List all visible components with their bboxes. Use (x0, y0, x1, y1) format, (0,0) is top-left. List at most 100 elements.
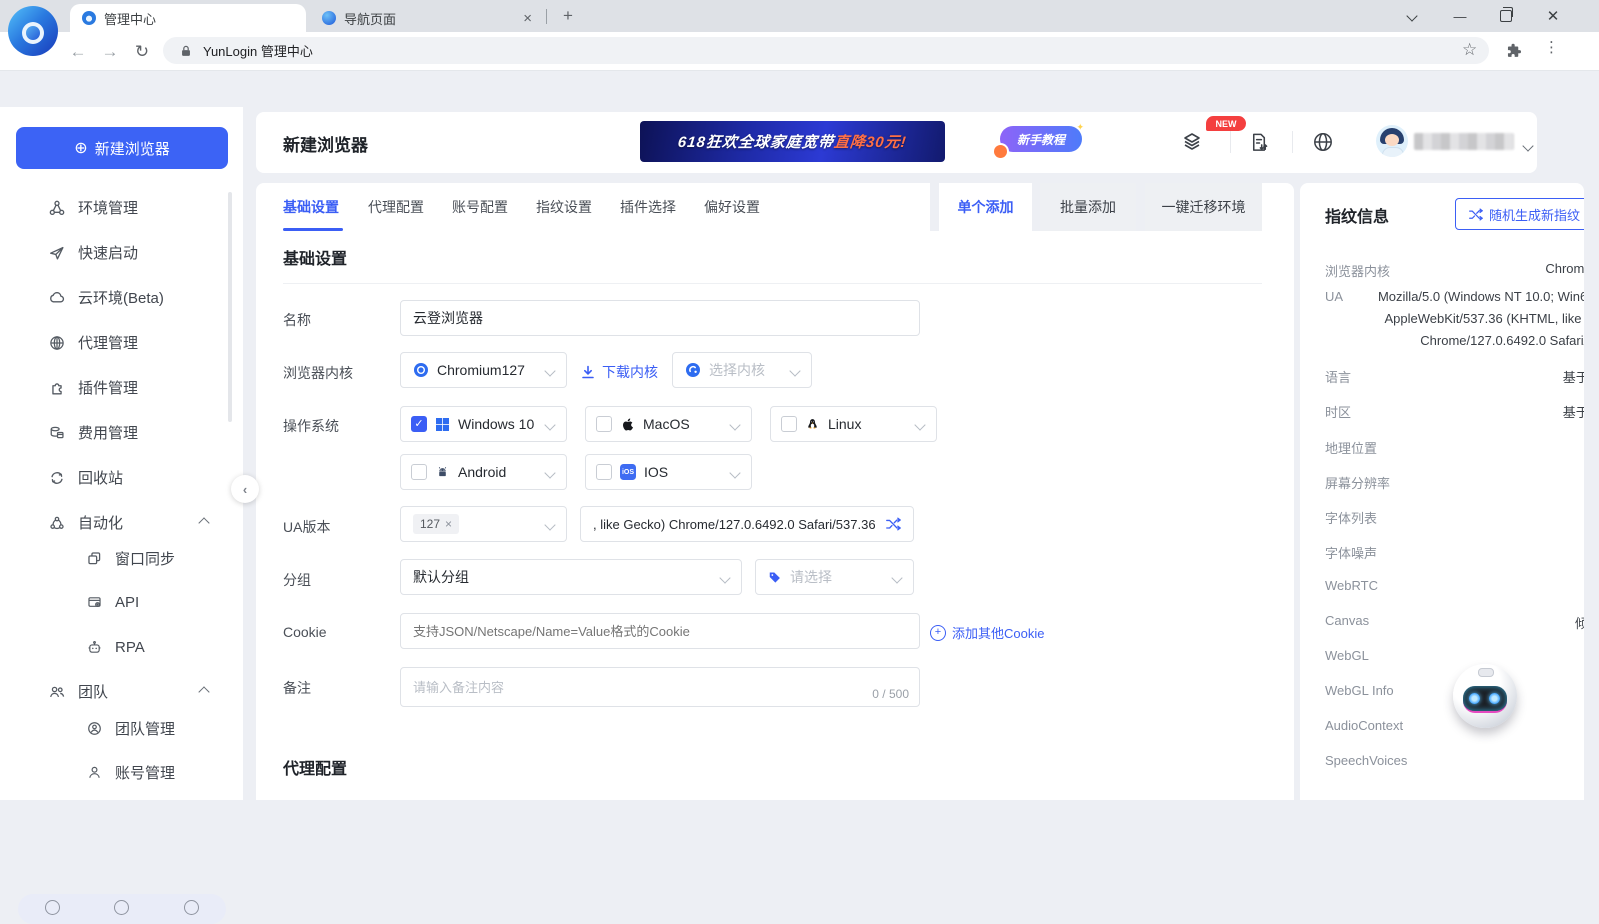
new-tab-button[interactable]: + (552, 0, 584, 32)
tab-fingerprint-settings[interactable]: 指纹设置 (536, 183, 592, 231)
extensions-puzzle-icon[interactable] (1504, 41, 1523, 60)
divider (1230, 131, 1231, 153)
regenerate-fingerprint-button[interactable]: 随机生成新指纹 (1455, 198, 1584, 230)
mode-tab-migrate-env[interactable]: 一键迁移环境 (1145, 183, 1262, 231)
tab-separator (546, 9, 547, 24)
mode-tab-batch-add[interactable]: 批量添加 (1040, 183, 1136, 231)
group-select[interactable]: 默认分组 (400, 559, 742, 595)
sidebar-item-billing[interactable]: 费用管理 (8, 410, 230, 455)
ua-string-input[interactable]: , like Gecko) Chrome/127.0.6492.0 Safari… (580, 506, 914, 542)
checkbox-unchecked[interactable] (781, 416, 797, 432)
layers-icon[interactable] (1177, 127, 1207, 157)
download-kernel-link[interactable]: 下载内核 (580, 362, 658, 382)
os-option-android[interactable]: Android (400, 454, 567, 490)
cookie-input[interactable] (400, 613, 920, 649)
fp-row-webrtc: WebRTC替换 (1325, 578, 1584, 598)
collapse-section-icon[interactable] (198, 686, 209, 697)
sidebar-item-cloud-env[interactable]: 云环境(Beta) (8, 275, 230, 320)
main-panel: 基础设置 代理配置 账号配置 指纹设置 插件选择 偏好设置 单个添加 批量添加 … (256, 183, 1294, 800)
tab-proxy-config[interactable]: 代理配置 (368, 183, 424, 231)
checkbox-unchecked[interactable] (596, 416, 612, 432)
sidebar-item-environment[interactable]: 环境管理 (8, 185, 230, 230)
linux-penguin-icon (805, 417, 820, 432)
active-tab-underline (283, 228, 343, 231)
sidebar-bottom-bar (18, 894, 226, 924)
ua-version-select[interactable]: 127 × (400, 506, 567, 542)
sidebar-item-rpa[interactable]: RPA (8, 625, 230, 670)
sidebar-item-proxy[interactable]: 代理管理 (8, 320, 230, 365)
section-title-basic: 基础设置 (283, 245, 347, 269)
tab-search-chevron-icon[interactable] (1389, 0, 1435, 32)
kernel-select[interactable]: Chromium127 (400, 352, 567, 388)
bookmark-star-icon[interactable]: ☆ (1462, 40, 1477, 60)
tab-basic-settings[interactable]: 基础设置 (283, 183, 339, 231)
tab-account-config[interactable]: 账号配置 (452, 183, 508, 231)
account-chevron-down-icon[interactable] (1524, 137, 1532, 155)
tag-remove-icon[interactable]: × (445, 517, 452, 531)
fp-row-geolocation: 地理位置允许 (1325, 438, 1584, 458)
settings-icon[interactable] (45, 900, 60, 915)
checkbox-checked[interactable]: ✓ (411, 416, 427, 432)
group-tag-select[interactable]: 请选择 (755, 559, 914, 595)
sidebar-item-account-management[interactable]: 账号管理 (8, 750, 230, 795)
tab-close-icon[interactable]: × (523, 10, 532, 27)
add-cookie-link[interactable]: + 添加其他Cookie (930, 623, 1044, 642)
sidebar-item-window-sync[interactable]: 窗口同步 (8, 536, 230, 581)
robot-cap (1478, 668, 1494, 677)
sidebar-item-plugins[interactable]: 插件管理 (8, 365, 230, 410)
ua-version-tag[interactable]: 127 × (413, 514, 459, 534)
sidebar-item-api[interactable]: API (8, 580, 230, 625)
minimize-button[interactable]: — (1437, 0, 1483, 32)
helper-robot-widget[interactable] (1452, 660, 1518, 742)
env-nodes-icon (48, 199, 66, 217)
fp-row-language: 语言基于IP生成 (1325, 367, 1584, 387)
browser-tab-inactive[interactable]: 导航页面 × (310, 4, 542, 32)
sidebar-item-quick-launch[interactable]: 快速启动 (8, 230, 230, 275)
promo-banner[interactable]: 618狂欢全球家庭宽带直降30元! (640, 121, 945, 162)
address-bar[interactable]: YunLogin 管理中心 (163, 37, 1489, 64)
tab-preferences[interactable]: 偏好设置 (704, 183, 760, 231)
reload-button[interactable]: ↻ (128, 38, 156, 66)
sidebar-collapse-handle[interactable]: ‹ (231, 475, 259, 503)
window-sync-icon (86, 550, 103, 567)
shuffle-icon (1468, 207, 1483, 222)
name-input[interactable] (400, 300, 920, 336)
checkbox-unchecked[interactable] (596, 464, 612, 480)
sidebar-scrollbar[interactable] (228, 192, 232, 422)
tab-title: 管理中心 (104, 9, 156, 28)
browser-tab-active[interactable]: 管理中心 (70, 4, 306, 32)
os-option-windows[interactable]: ✓ Windows 10 (400, 406, 567, 442)
fp-row-canvas: Canvas倾向一致 (1325, 613, 1584, 633)
close-button[interactable]: ✕ (1530, 0, 1576, 32)
tab-plugin-select[interactable]: 插件选择 (620, 183, 676, 231)
tag-icon (768, 570, 782, 584)
checkbox-unchecked[interactable] (411, 464, 427, 480)
mode-tab-single-add[interactable]: 单个添加 (939, 183, 1032, 231)
help-icon[interactable] (114, 900, 129, 915)
kernel-icon (685, 362, 701, 378)
restore-button[interactable] (1483, 0, 1529, 32)
ios-icon: iOS (620, 464, 636, 480)
new-browser-button[interactable]: ⊕ 新建浏览器 (16, 127, 228, 169)
tutorial-badge[interactable]: 新手教程 ✦ (1000, 126, 1082, 152)
os-option-ios[interactable]: iOS IOS (585, 454, 752, 490)
api-card-icon (86, 594, 103, 611)
automation-icon (48, 514, 66, 532)
os-option-linux[interactable]: Linux (770, 406, 937, 442)
collapse-section-icon[interactable] (198, 517, 209, 528)
sidebar-item-team-management[interactable]: 团队管理 (8, 706, 230, 751)
cloud-icon (48, 289, 66, 307)
windows-icon (435, 417, 450, 432)
user-avatar[interactable] (1376, 125, 1408, 157)
sidebar-item-recycle-bin[interactable]: 回收站 (8, 455, 230, 500)
import-export-doc-icon[interactable] (1244, 127, 1274, 157)
choose-kernel-select[interactable]: 选择内核 (672, 352, 812, 388)
os-option-macos[interactable]: MacOS (585, 406, 752, 442)
remark-textarea[interactable]: 请输入备注内容 0 / 500 (400, 667, 920, 707)
forward-button[interactable]: → (96, 38, 124, 66)
back-button[interactable]: ← (64, 38, 92, 66)
paper-plane-icon (48, 244, 66, 262)
home-icon[interactable] (184, 900, 199, 915)
browser-menu-icon[interactable]: ⋮ (1544, 38, 1559, 56)
language-globe-icon[interactable] (1308, 127, 1338, 157)
